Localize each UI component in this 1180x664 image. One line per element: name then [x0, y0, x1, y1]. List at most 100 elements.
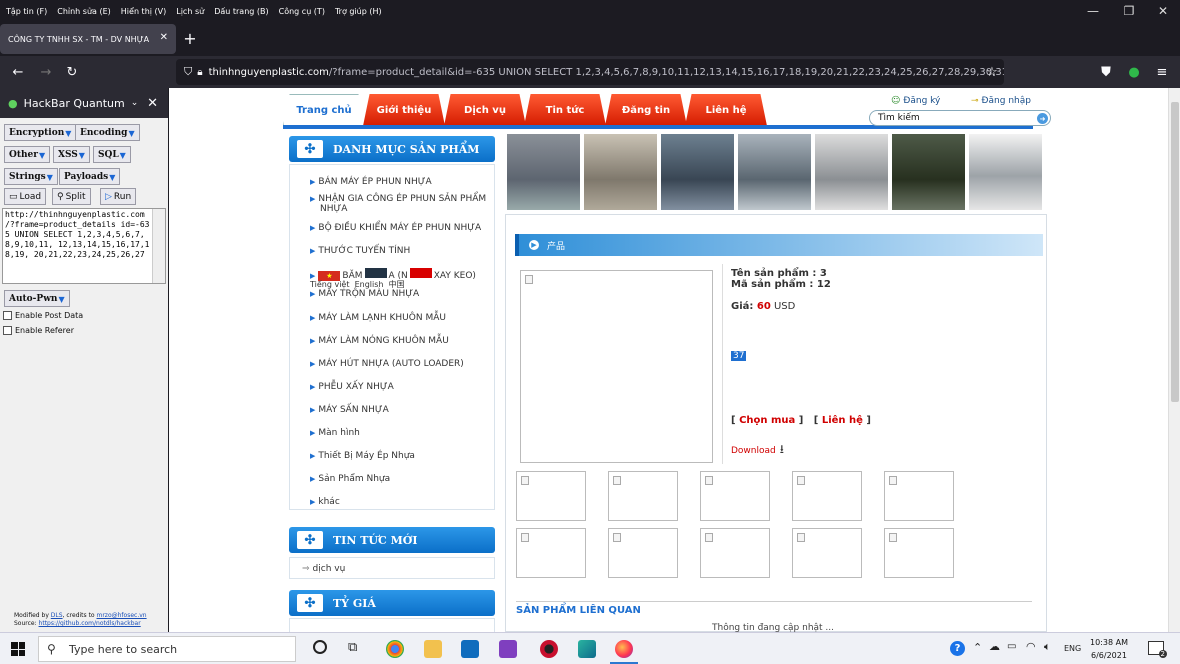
chrome-icon[interactable]	[386, 640, 404, 658]
burp-icon[interactable]	[540, 640, 558, 658]
news-item[interactable]: ⇒ dịch vụ	[302, 564, 345, 575]
split-button[interactable]: ⚲ Split	[52, 188, 91, 205]
product-image[interactable]	[520, 270, 713, 463]
thumbnail[interactable]	[884, 471, 954, 521]
nav-news[interactable]: Tin tức	[524, 94, 606, 126]
contact-link[interactable]: Liên hệ	[822, 415, 863, 426]
login-link[interactable]: ⊸ Đăng nhập	[971, 96, 1031, 106]
checkbox-box[interactable]	[3, 326, 12, 335]
menu-file[interactable]: Tập tin (F)	[6, 7, 47, 16]
lang-english[interactable]: English	[355, 280, 384, 289]
reload-icon[interactable]: ↻	[62, 62, 82, 82]
encryption-button[interactable]: Encryption ▼	[4, 124, 77, 141]
category-item-cont[interactable]: NHỰA	[320, 204, 347, 215]
buy-link[interactable]: Chọn mua	[739, 415, 795, 426]
thumbnail[interactable]	[516, 528, 586, 578]
thumbnail[interactable]	[608, 471, 678, 521]
help-icon[interactable]: ?	[950, 641, 965, 656]
search-go-icon[interactable]: ➜	[1037, 113, 1048, 124]
windows-start-icon[interactable]	[11, 642, 25, 656]
task-view-icon[interactable]: ⧉	[348, 640, 357, 655]
thumbnail[interactable]	[700, 471, 770, 521]
register-link[interactable]: ☺ Đăng ký	[891, 96, 940, 106]
taskbar-search-input[interactable]: ⚲ Type here to search	[38, 636, 296, 662]
chevron-up-icon[interactable]: ⌃	[973, 641, 982, 654]
lang-chinese[interactable]: 中国	[389, 280, 405, 289]
extension-icon[interactable]: ●	[1124, 62, 1144, 82]
thumbnail[interactable]	[792, 471, 862, 521]
thumbnail[interactable]	[792, 528, 862, 578]
onedrive-icon[interactable]: ☁	[989, 640, 1000, 653]
category-item[interactable]: ▶ MÁY LÀM NÓNG KHUÔN MẪU	[310, 336, 449, 347]
category-item[interactable]: ▶ BỘ ĐIỀU KHIỂN MÁY ÉP PHUN NHỰA	[310, 223, 481, 234]
mail-icon[interactable]	[461, 640, 479, 658]
nav-contact[interactable]: Liên hệ	[685, 94, 767, 126]
nav-home[interactable]: Trang chủ	[283, 94, 365, 126]
close-tab-icon[interactable]: ✕	[160, 32, 168, 43]
hamburger-menu-icon[interactable]: ≡	[1152, 62, 1172, 82]
checkbox-box[interactable]	[3, 311, 12, 320]
category-item[interactable]: ▶ Màn hình	[310, 428, 360, 439]
app-icon[interactable]	[578, 640, 596, 658]
category-item[interactable]: ▶ PHỄU XẤY NHỰA	[310, 382, 394, 393]
menu-bookmarks[interactable]: Dấu trang (B)	[214, 7, 268, 16]
enable-post-data-checkbox[interactable]: Enable Post Data	[3, 311, 83, 320]
close-sidebar-icon[interactable]: ✕	[147, 96, 158, 111]
menu-history[interactable]: Lịch sử	[176, 7, 204, 16]
uk-flag-icon[interactable]	[364, 268, 387, 278]
encoding-button[interactable]: Encoding ▼	[75, 124, 140, 141]
thumbnail[interactable]	[884, 528, 954, 578]
category-item[interactable]: ▶ khác	[310, 497, 340, 508]
category-item[interactable]: ▶ BÁN MÁY ÉP PHUN NHỰA	[310, 177, 432, 188]
cortana-icon[interactable]	[313, 640, 327, 654]
notification-icon[interactable]: 2	[1148, 641, 1167, 658]
payloads-button[interactable]: Payloads ▼	[59, 168, 121, 185]
menu-view[interactable]: Hiển thị (V)	[121, 7, 166, 16]
thumbnail[interactable]	[608, 528, 678, 578]
category-item[interactable]: ▶ MÁY HÚT NHỰA (AUTO LOADER)	[310, 359, 464, 370]
download-link[interactable]: Download ⭳	[731, 440, 784, 461]
file-explorer-icon[interactable]	[424, 640, 442, 658]
footer-link-source[interactable]: https://github.com/notdls/hackbar	[39, 620, 141, 627]
firefox-icon[interactable]	[615, 640, 633, 658]
url-textarea[interactable]: http://thinhnguyenplastic.com /?frame=pr…	[2, 208, 166, 284]
other-button[interactable]: Other ▼	[4, 146, 51, 163]
textarea-scrollbar[interactable]	[152, 209, 165, 283]
menu-help[interactable]: Trợ giúp (H)	[335, 7, 382, 16]
strings-button[interactable]: Strings ▼	[4, 168, 58, 185]
category-item[interactable]: ▶ MÁY SẤN NHỰA	[310, 405, 389, 416]
page-scrollbar[interactable]	[1168, 88, 1180, 632]
pocket-icon[interactable]: ⛊	[1096, 62, 1116, 82]
autopwn-button[interactable]: Auto-Pwn ▼	[4, 290, 70, 307]
footer-link-credits[interactable]: mrzo@hfosec.vn	[97, 612, 147, 619]
minimize-icon[interactable]: —	[1076, 0, 1110, 22]
bookmark-star-icon[interactable]: ☆	[982, 62, 1002, 82]
forward-icon[interactable]: →	[36, 62, 56, 82]
category-item[interactable]: ▶ Thiết Bị Máy Ép Nhựa	[310, 451, 415, 462]
site-search-input[interactable]: Tìm kiếm ➜	[869, 110, 1051, 126]
new-tab-icon[interactable]: +	[180, 28, 200, 48]
language-indicator[interactable]: ENG	[1064, 644, 1081, 653]
cn-flag-icon[interactable]	[409, 268, 432, 278]
category-item[interactable]: ▶ MÁY LÀM LẠNH KHUÔN MẪU	[310, 313, 446, 324]
chevron-down-icon[interactable]: ⌄	[131, 98, 139, 108]
sql-button[interactable]: SQL ▼	[93, 146, 131, 163]
clock[interactable]: 10:38 AM 6/6/2021	[1090, 636, 1128, 662]
back-icon[interactable]: ←	[8, 62, 28, 82]
menu-edit[interactable]: Chỉnh sửa (E)	[57, 7, 111, 16]
restore-icon[interactable]: ❐	[1112, 0, 1146, 22]
volume-icon[interactable]: 🔈︎	[1044, 640, 1051, 654]
enable-referer-checkbox[interactable]: Enable Referer	[3, 326, 74, 335]
browser-tab[interactable]: CÔNG TY TNHH SX - TM - DV NHỰA ✕	[0, 24, 176, 54]
nav-about[interactable]: Giới thiệu	[363, 94, 445, 126]
category-item[interactable]: ▶ THƯỚC TUYẾN TÍNH	[310, 246, 410, 257]
xss-button[interactable]: XSS ▼	[53, 146, 90, 163]
thumbnail[interactable]	[516, 471, 586, 521]
lang-vietnamese[interactable]: Tiếng việt	[310, 280, 350, 289]
close-window-icon[interactable]: ✕	[1146, 0, 1180, 22]
address-bar[interactable]: ⛉ 🔒︎ thinhnguyenplastic.com/?frame=produ…	[176, 59, 1004, 85]
scrollbar-thumb[interactable]	[1171, 102, 1179, 402]
menu-tools[interactable]: Công cụ (T)	[279, 7, 325, 16]
thumbnail[interactable]	[700, 528, 770, 578]
nav-post[interactable]: Đăng tin	[605, 94, 687, 126]
